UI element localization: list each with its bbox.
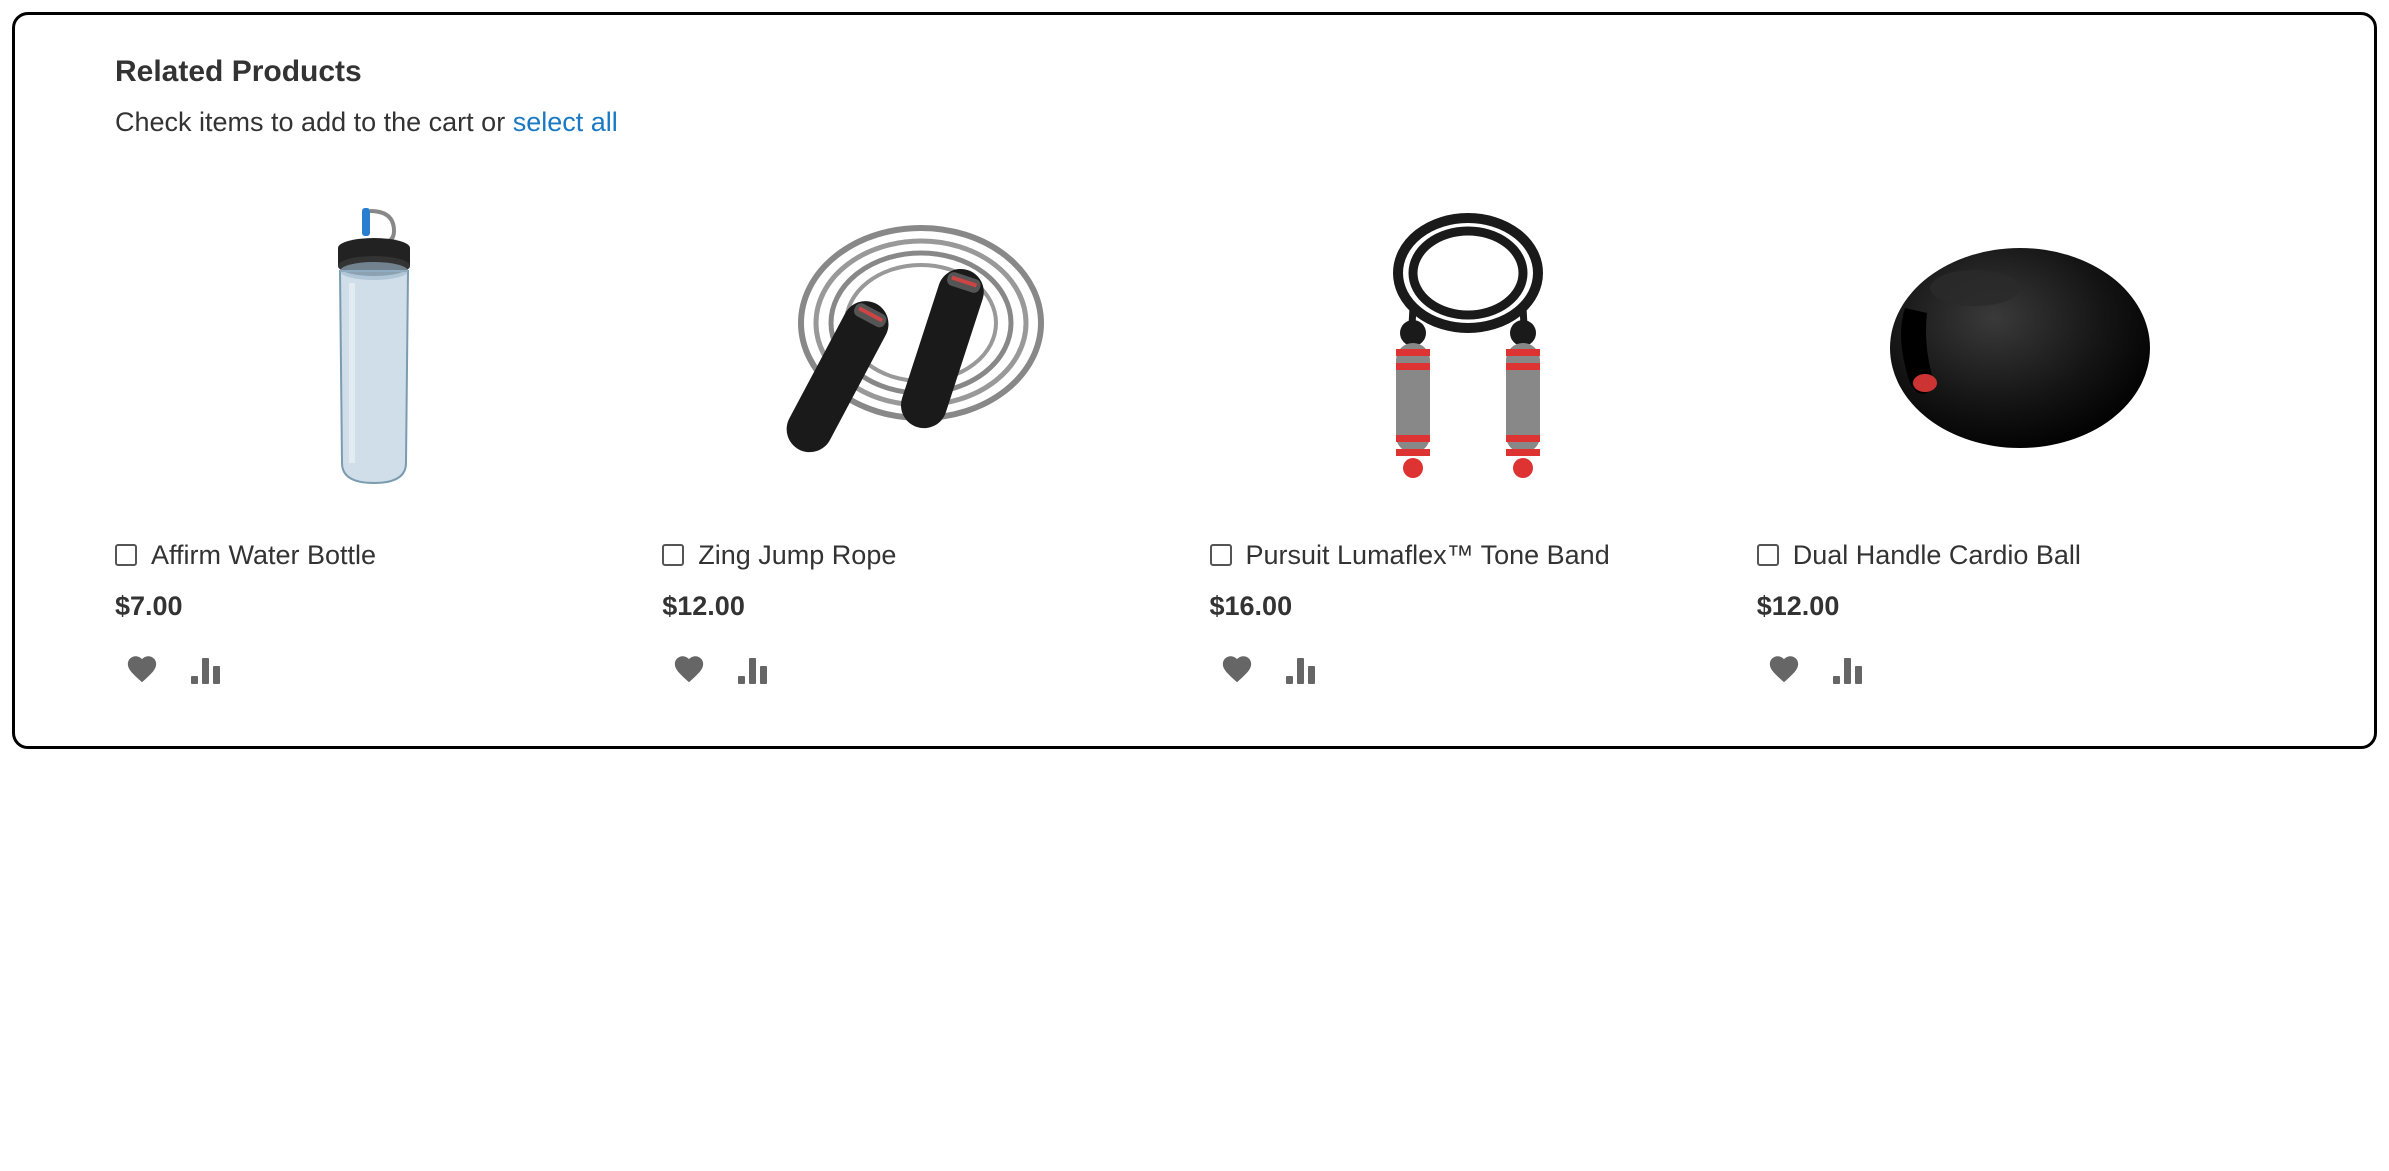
- jump-rope-icon: [771, 203, 1071, 493]
- product-name-link[interactable]: Zing Jump Rope: [698, 538, 896, 573]
- wishlist-icon[interactable]: [125, 652, 159, 686]
- product-price: $7.00: [115, 591, 632, 622]
- product-image[interactable]: [662, 188, 1179, 508]
- product-header: Affirm Water Bottle: [115, 538, 632, 573]
- water-bottle-icon: [304, 203, 444, 493]
- compare-icon[interactable]: [191, 654, 220, 684]
- product-card: Dual Handle Cardio Ball $12.00: [1757, 188, 2274, 686]
- product-actions: [115, 652, 632, 686]
- product-price: $12.00: [1757, 591, 2274, 622]
- cardio-ball-icon: [1875, 238, 2155, 458]
- wishlist-icon[interactable]: [1767, 652, 1801, 686]
- product-actions: [1210, 652, 1727, 686]
- wishlist-icon[interactable]: [1220, 652, 1254, 686]
- tone-band-icon: [1358, 203, 1578, 493]
- product-price: $12.00: [662, 591, 1179, 622]
- product-checkbox[interactable]: [1210, 544, 1232, 566]
- product-actions: [1757, 652, 2274, 686]
- instruction-prefix: Check items to add to the cart or: [115, 107, 513, 137]
- compare-icon[interactable]: [1833, 654, 1862, 684]
- products-grid: Affirm Water Bottle $7.00: [115, 188, 2274, 686]
- product-card: Zing Jump Rope $12.00: [662, 188, 1179, 686]
- product-actions: [662, 652, 1179, 686]
- product-image[interactable]: [1757, 188, 2274, 508]
- product-name-link[interactable]: Pursuit Lumaflex™ Tone Band: [1246, 538, 1610, 573]
- product-name-link[interactable]: Dual Handle Cardio Ball: [1793, 538, 2081, 573]
- product-header: Dual Handle Cardio Ball: [1757, 538, 2274, 573]
- product-card: Pursuit Lumaflex™ Tone Band $16.00: [1210, 188, 1727, 686]
- compare-icon[interactable]: [738, 654, 767, 684]
- instruction-text: Check items to add to the cart or select…: [115, 107, 2274, 138]
- related-products-panel: Related Products Check items to add to t…: [12, 12, 2377, 749]
- product-header: Pursuit Lumaflex™ Tone Band: [1210, 538, 1727, 573]
- product-checkbox[interactable]: [115, 544, 137, 566]
- product-header: Zing Jump Rope: [662, 538, 1179, 573]
- compare-icon[interactable]: [1286, 654, 1315, 684]
- product-checkbox[interactable]: [1757, 544, 1779, 566]
- select-all-link[interactable]: select all: [513, 107, 618, 137]
- product-card: Affirm Water Bottle $7.00: [115, 188, 632, 686]
- product-price: $16.00: [1210, 591, 1727, 622]
- product-checkbox[interactable]: [662, 544, 684, 566]
- product-image[interactable]: [1210, 188, 1727, 508]
- product-image[interactable]: [115, 188, 632, 508]
- product-name-link[interactable]: Affirm Water Bottle: [151, 538, 376, 573]
- section-title: Related Products: [115, 55, 2274, 89]
- wishlist-icon[interactable]: [672, 652, 706, 686]
